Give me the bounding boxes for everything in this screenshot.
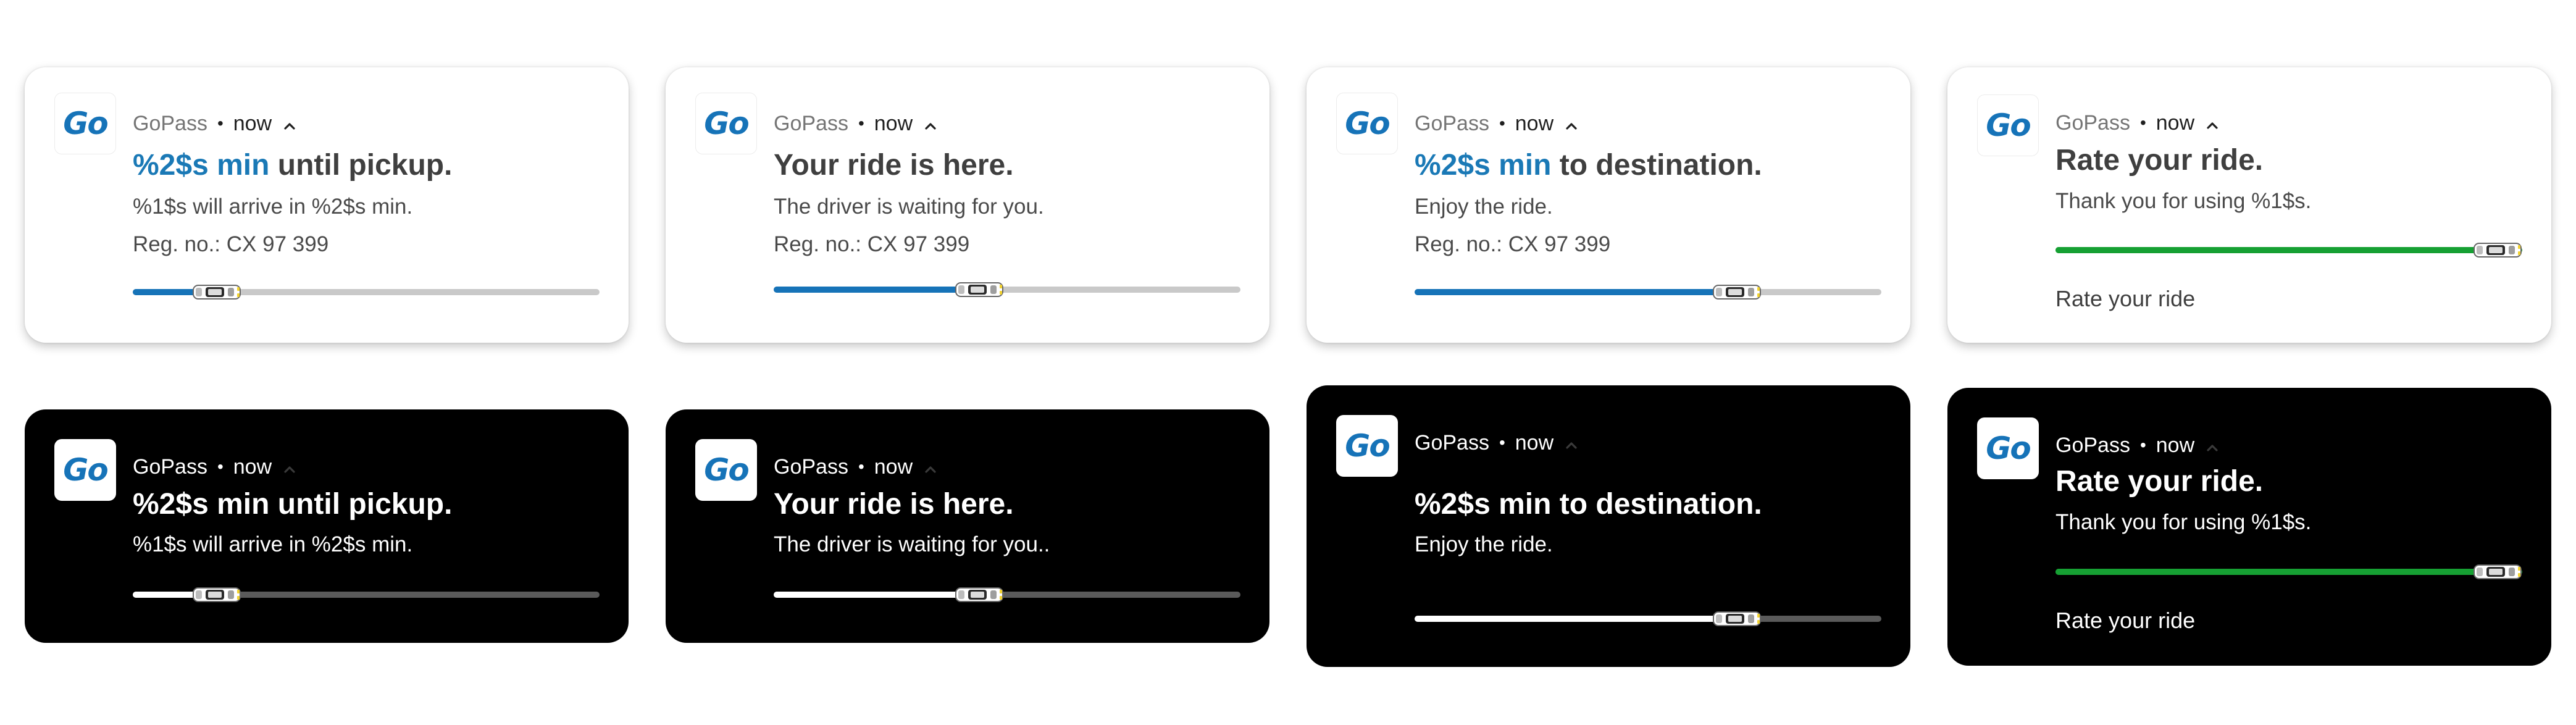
notification-text: The driver is waiting for you.: [774, 195, 1044, 219]
notification-text: %1$s will arrive in %2$s min.: [133, 532, 413, 556]
app-name: GoPass: [133, 111, 207, 135]
timestamp: now: [874, 111, 913, 135]
car-icon: [193, 285, 241, 300]
car-icon: [1712, 285, 1761, 300]
chevron-up-icon[interactable]: [282, 459, 298, 475]
car-icon: [955, 587, 1003, 602]
ride-progress-bar: [133, 277, 600, 307]
ride-progress-bar: [774, 275, 1240, 304]
gopass-logo-icon: Go: [54, 439, 116, 501]
rate-your-ride-button[interactable]: Rate your ride: [2055, 286, 2195, 312]
app-name: GoPass: [774, 111, 848, 135]
notification-header: GoPass • now: [133, 453, 298, 480]
notification-card[interactable]: Go GoPass • now %2$s min to destination.…: [1307, 67, 1910, 343]
ride-progress-bar: [1415, 604, 1881, 634]
ride-progress-bar: [2055, 557, 2522, 587]
notification-title: Your ride is here.: [774, 149, 1014, 182]
timestamp: now: [2156, 433, 2195, 457]
separator-dot: •: [2139, 113, 2146, 132]
ride-progress-bar: [1415, 277, 1881, 307]
notification-card[interactable]: Go GoPass • now Your ride is here. The d…: [666, 67, 1269, 343]
notification-title: Rate your ride.: [2055, 465, 2264, 498]
ride-progress-bar: [133, 580, 600, 610]
ride-progress-bar: [774, 580, 1240, 610]
chevron-up-icon[interactable]: [922, 115, 939, 132]
timestamp: now: [233, 455, 272, 479]
gopass-logo-icon: Go: [1977, 94, 2039, 156]
timestamp: now: [233, 111, 272, 135]
chevron-up-icon[interactable]: [1563, 435, 1579, 451]
separator-dot: •: [1499, 114, 1505, 133]
registration-number: Reg. no.: CX 97 399: [133, 232, 329, 256]
gopass-logo-icon: Go: [54, 93, 116, 154]
notification-header: GoPass • now: [2055, 432, 2220, 459]
notification-header: GoPass • now: [1415, 429, 1579, 456]
notification-title: %2$s min until pickup.: [133, 149, 453, 182]
chevron-up-icon[interactable]: [2204, 115, 2220, 131]
notification-text: Enjoy the ride.: [1415, 532, 1553, 556]
notification-title: Rate your ride.: [2055, 144, 2264, 177]
timestamp: now: [1515, 430, 1554, 455]
notification-header: GoPass • now: [2055, 109, 2220, 136]
gopass-logo-icon: Go: [695, 439, 757, 501]
chevron-up-icon[interactable]: [1563, 115, 1579, 132]
notification-card[interactable]: Go GoPass • now %2$s min until pickup. %…: [25, 67, 629, 343]
notification-title: %2$s min until pickup.: [133, 488, 453, 521]
separator-dot: •: [1499, 433, 1505, 452]
app-name: GoPass: [1415, 430, 1489, 455]
separator-dot: •: [217, 457, 224, 476]
chevron-up-icon[interactable]: [282, 115, 298, 132]
car-icon: [1712, 611, 1761, 626]
notification-card[interactable]: Go GoPass • now Rate your ride. Thank yo…: [1947, 388, 2551, 666]
gopass-logo-icon: Go: [1336, 415, 1398, 477]
car-icon: [2474, 564, 2522, 579]
registration-number: Reg. no.: CX 97 399: [774, 232, 970, 256]
timestamp: now: [1515, 111, 1554, 135]
chevron-up-icon[interactable]: [2204, 437, 2220, 453]
separator-dot: •: [2139, 435, 2146, 455]
app-name: GoPass: [2055, 111, 2130, 135]
app-name: GoPass: [774, 455, 848, 479]
car-icon: [955, 282, 1003, 297]
notification-card[interactable]: Go GoPass • now Rate your ride. Thank yo…: [1947, 67, 2551, 343]
notification-title: %2$s min to destination.: [1415, 149, 1762, 182]
timestamp: now: [2156, 111, 2195, 135]
notification-text: Thank you for using %1$s.: [2055, 189, 2312, 213]
gopass-logo-icon: Go: [1977, 417, 2039, 479]
notification-text: The driver is waiting for you..: [774, 532, 1050, 556]
chevron-up-icon[interactable]: [922, 459, 939, 475]
notification-title: Your ride is here.: [774, 488, 1014, 521]
app-name: GoPass: [1415, 111, 1489, 135]
car-icon: [193, 587, 241, 602]
app-name: GoPass: [133, 455, 207, 479]
ride-progress-bar: [2055, 235, 2522, 265]
notification-card[interactable]: Go GoPass • now Your ride is here. The d…: [666, 409, 1269, 643]
notification-header: GoPass • now: [133, 110, 298, 137]
notification-header: GoPass • now: [774, 453, 939, 480]
notification-header: GoPass • now: [1415, 110, 1579, 137]
separator-dot: •: [858, 114, 864, 133]
gopass-logo-icon: Go: [1336, 93, 1398, 154]
separator-dot: •: [217, 114, 224, 133]
rate-your-ride-button[interactable]: Rate your ride: [2055, 608, 2195, 634]
app-name: GoPass: [2055, 433, 2130, 457]
notification-card[interactable]: Go GoPass • now %2$s min to destination.…: [1307, 385, 1910, 667]
notification-title: %2$s min to destination.: [1415, 488, 1762, 521]
notification-text: Thank you for using %1$s.: [2055, 510, 2312, 534]
timestamp: now: [874, 455, 913, 479]
registration-number: Reg. no.: CX 97 399: [1415, 232, 1611, 256]
gopass-logo-icon: Go: [695, 93, 757, 154]
notification-text: Enjoy the ride.: [1415, 195, 1553, 219]
separator-dot: •: [858, 457, 864, 476]
notification-header: GoPass • now: [774, 110, 939, 137]
car-icon: [2474, 243, 2522, 258]
notification-text: %1$s will arrive in %2$s min.: [133, 195, 413, 219]
notification-card[interactable]: Go GoPass • now %2$s min until pickup. %…: [25, 409, 629, 643]
